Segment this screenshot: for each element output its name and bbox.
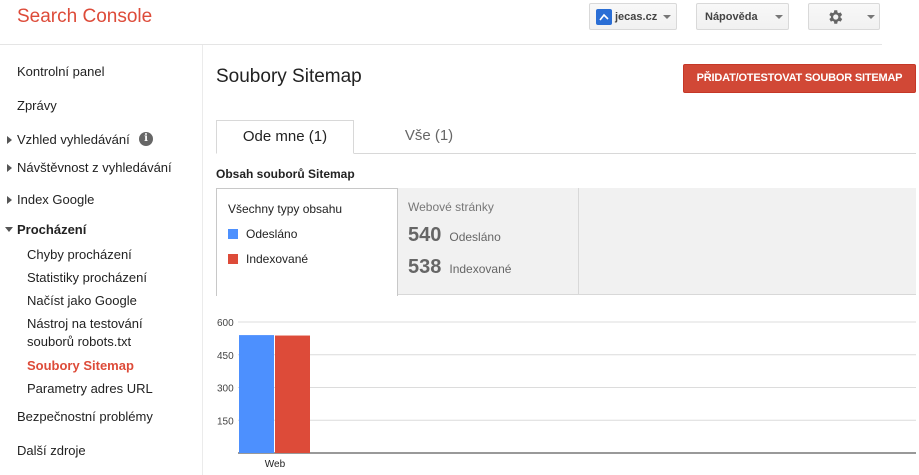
help-button-label: Nápověda [705, 11, 758, 23]
expand-arrow-icon[interactable] [7, 164, 12, 172]
sidebar-item-messages[interactable]: Zprávy [17, 98, 57, 113]
sidebar-subitem-robots-tester[interactable]: Nástroj na testování souborů robots.txt [27, 315, 177, 351]
chevron-down-icon [775, 15, 783, 19]
sidebar-item-other-resources[interactable]: Další zdroje [17, 443, 86, 458]
web-pages-title: Webové stránky [408, 200, 494, 214]
site-favicon-icon [596, 8, 612, 25]
sidebar-item-crawl[interactable]: Procházení [17, 222, 86, 237]
site-selector-label: jecas.cz [615, 10, 658, 23]
info-icon[interactable]: i [139, 132, 153, 146]
legend-item: Indexované [228, 252, 308, 266]
sidebar-item-search-traffic[interactable]: Návštěvnost z vyhledávání [17, 160, 172, 175]
site-selector[interactable]: jecas.cz [589, 3, 677, 30]
stat-row-submitted: 540 Odesláno [408, 224, 501, 247]
tab-by-me[interactable]: Ode mne (1) [216, 120, 354, 154]
legend-label: Odesláno [246, 227, 298, 241]
y-tick-label: 600 [217, 318, 234, 329]
sidebar-item-search-appearance[interactable]: Vzhled vyhledávání [17, 132, 130, 147]
stat-value: 538 [408, 256, 442, 278]
sidebar-subitem-crawl-stats[interactable]: Statistiky procházení [27, 269, 147, 287]
legend-label: Indexované [246, 252, 309, 266]
page-title: Soubory Sitemap [216, 66, 362, 87]
stat-value: 540 [408, 224, 442, 246]
legend-item: Odesláno [228, 227, 297, 241]
help-button[interactable]: Nápověda [696, 3, 789, 30]
x-tick-label: Web [265, 459, 286, 470]
sidebar-subitem-fetch-as-google[interactable]: Načíst jako Google [27, 292, 137, 310]
brand-logo[interactable]: Search Console [17, 6, 152, 28]
collapse-arrow-icon[interactable] [5, 227, 13, 232]
y-tick-label: 300 [217, 384, 234, 395]
sidebar-item-google-index[interactable]: Index Google [17, 192, 94, 207]
sidebar-subitem-sitemaps[interactable]: Soubory Sitemap [27, 357, 134, 375]
expand-arrow-icon[interactable] [7, 196, 12, 204]
sidebar-item-dashboard[interactable]: Kontrolní panel [17, 64, 104, 79]
gear-icon [829, 10, 843, 24]
legend-title: Všechny typy obsahu [228, 202, 343, 216]
sidebar-divider [202, 45, 203, 475]
stat-row-indexed: 538 Indexované [408, 256, 511, 279]
settings-button[interactable] [808, 3, 880, 30]
tab-all[interactable]: Vše (1) [374, 120, 484, 154]
y-tick-label: 450 [217, 351, 234, 362]
sidebar-subitem-url-parameters[interactable]: Parametry adres URL [27, 380, 153, 398]
stat-label: Odesláno [449, 230, 501, 244]
add-test-sitemap-button[interactable]: PŘIDAT/OTESTOVAT SOUBOR SITEMAP [683, 64, 916, 93]
bar-1 [275, 335, 310, 453]
legend-card[interactable]: Všechny typy obsahu Odesláno Indexované [216, 188, 398, 296]
sidebar-subitem-crawl-errors[interactable]: Chyby procházení [27, 246, 132, 264]
expand-arrow-icon[interactable] [7, 136, 12, 144]
legend-swatch-indexed [228, 254, 238, 264]
web-pages-card[interactable]: Webové stránky 540 Odesláno 538 Indexova… [398, 188, 579, 295]
legend-swatch-submitted [228, 229, 238, 239]
y-tick-label: 150 [217, 416, 234, 427]
stat-label: Indexované [449, 262, 512, 276]
chevron-down-icon [663, 15, 671, 19]
sitemap-bar-chart: 150 300 450 600 Web [217, 318, 916, 470]
section-title: Obsah souborů Sitemap [216, 167, 355, 181]
top-bar: Search Console jecas.cz Nápověda [0, 0, 919, 45]
bar-0 [239, 335, 274, 453]
sidebar-item-security-issues[interactable]: Bezpečnostní problémy [17, 409, 153, 424]
chevron-down-icon [867, 15, 875, 19]
